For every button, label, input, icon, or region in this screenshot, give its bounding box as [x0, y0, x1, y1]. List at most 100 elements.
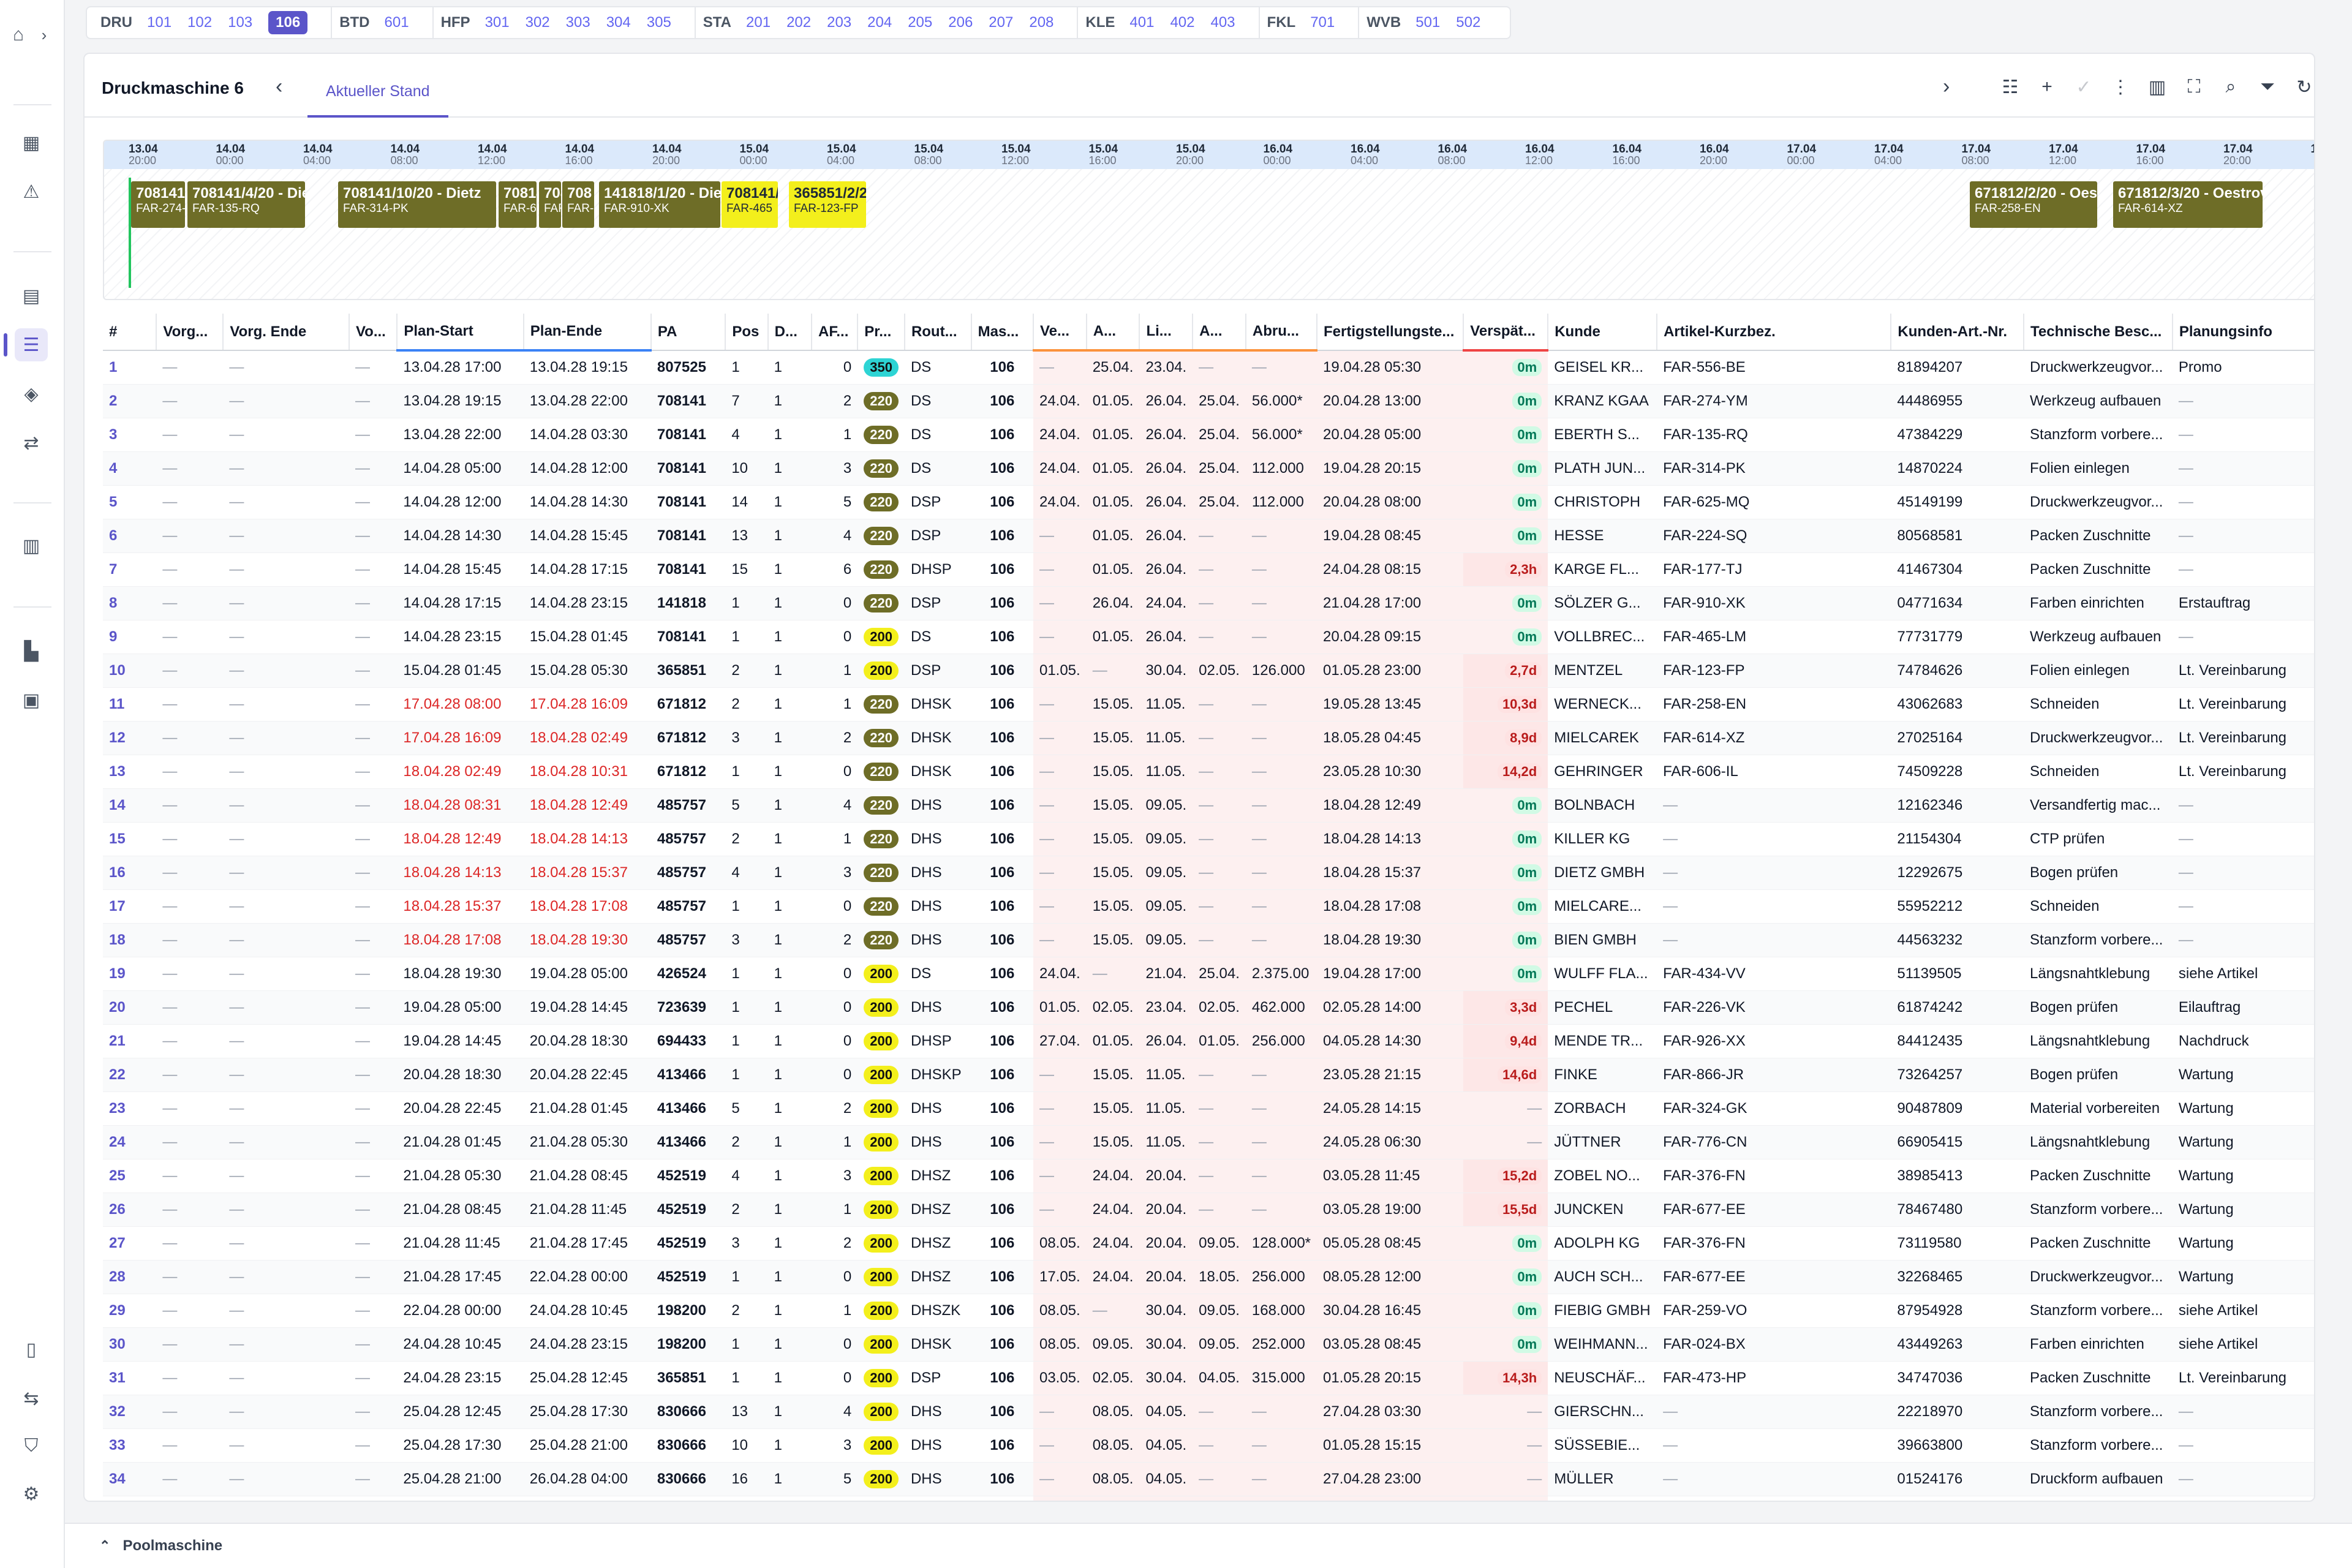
- machine-502[interactable]: 502: [1456, 14, 1480, 31]
- column-header[interactable]: Kunden-Art.-Nr.: [1891, 314, 2025, 351]
- table-row[interactable]: 8— — —14.04.28 17:15 14.04.28 23:15 141818 1 1…: [103, 586, 2314, 620]
- column-header[interactable]: Plan-Start: [397, 314, 524, 352]
- table-row[interactable]: 32— — —25.04.28 12:45 25.04.28 17:30 830666 1…: [103, 1395, 2314, 1429]
- table-row[interactable]: 4— — —14.04.28 05:00 14.04.28 12:00 708141 10…: [103, 451, 2314, 486]
- table-row[interactable]: 29— — —22.04.28 00:00 24.04.28 10:45 198200 2…: [103, 1294, 2314, 1328]
- double-check-icon[interactable]: ✓: [2068, 71, 2100, 103]
- transfer-icon[interactable]: ⇆: [15, 1382, 48, 1415]
- machine-401[interactable]: 401: [1129, 14, 1154, 31]
- column-header[interactable]: Ve...: [1033, 314, 1087, 352]
- column-header[interactable]: Plan-Ende: [523, 314, 652, 352]
- column-header[interactable]: AF...: [812, 314, 859, 351]
- column-header[interactable]: A...: [1193, 314, 1246, 352]
- columns-icon[interactable]: ▥: [2141, 71, 2173, 103]
- machine-207[interactable]: 207: [989, 14, 1013, 31]
- column-header[interactable]: A...: [1086, 314, 1140, 352]
- shield-icon[interactable]: ⛉: [15, 1430, 48, 1463]
- machine-106[interactable]: 106: [268, 11, 308, 34]
- machine-302[interactable]: 302: [526, 14, 550, 31]
- table-icon[interactable]: ☰: [4, 328, 48, 361]
- machine-304[interactable]: 304: [606, 14, 631, 31]
- chevron-right-icon[interactable]: ›: [1943, 75, 1950, 99]
- alert-icon[interactable]: ⚠: [15, 175, 48, 208]
- table-row[interactable]: 13— — —18.04.28 02:49 18.04.28 10:31 671812 1…: [103, 755, 2314, 789]
- gantt-job-bar[interactable]: 708141/4/20 - Die FAR-135-RQ: [187, 181, 305, 228]
- table-row[interactable]: 17— — —18.04.28 15:37 18.04.28 17:08 485757 1…: [103, 889, 2314, 924]
- table-row[interactable]: 26— — —21.04.28 08:45 21.04.28 11:45 452519 2…: [103, 1193, 2314, 1227]
- gear-icon[interactable]: ⚙: [15, 1477, 48, 1510]
- column-header[interactable]: Planungsinfo: [2172, 314, 2314, 351]
- table-row[interactable]: 5— — —14.04.28 12:00 14.04.28 14:30 708141 14…: [103, 485, 2314, 519]
- table-row[interactable]: 14— — —18.04.28 08:31 18.04.28 12:49 485757 5…: [103, 788, 2314, 823]
- column-header[interactable]: Artikel-Kurzbez.: [1657, 314, 1892, 351]
- machine-601[interactable]: 601: [385, 14, 409, 31]
- table-row[interactable]: 25— — —21.04.28 05:30 21.04.28 08:45 452519 4…: [103, 1159, 2314, 1193]
- machine-403[interactable]: 403: [1210, 14, 1235, 31]
- machine-204[interactable]: 204: [867, 14, 892, 31]
- filter-icon[interactable]: ⏷: [2252, 71, 2283, 103]
- table-row[interactable]: 35———26.04.28 04:0026.04.28 07:008306661…: [103, 1496, 2314, 1501]
- table-row[interactable]: 2— — —13.04.28 19:15 13.04.28 22:00 708141 7 1…: [103, 384, 2314, 418]
- chevron-left-icon[interactable]: ‹: [276, 75, 282, 99]
- machine-305[interactable]: 305: [647, 14, 671, 31]
- machine-103[interactable]: 103: [228, 14, 252, 31]
- machine-301[interactable]: 301: [485, 14, 510, 31]
- table-row[interactable]: 18— — —18.04.28 17:08 18.04.28 19:30 485757 3…: [103, 923, 2314, 957]
- column-header[interactable]: D...: [767, 314, 813, 351]
- gantt-job-bar[interactable]: 708141/FAR-465: [722, 181, 778, 228]
- gantt-job-bar[interactable]: 708 FAR-: [562, 181, 594, 228]
- column-header[interactable]: Vorg...: [156, 314, 224, 351]
- table-row[interactable]: 10— — —15.04.28 01:45 15.04.28 05:30 365851 2…: [103, 654, 2314, 688]
- table-row[interactable]: 27— — —21.04.28 11:45 21.04.28 17:45 452519 3…: [103, 1226, 2314, 1261]
- table-row[interactable]: 30— — —24.04.28 10:45 24.04.28 23:15 198200 1…: [103, 1327, 2314, 1362]
- pool-footer[interactable]: ⌃ Poolmaschine: [65, 1523, 2352, 1568]
- column-header[interactable]: Pos: [725, 314, 769, 351]
- table-row[interactable]: 12— — —17.04.28 16:09 18.04.28 02:49 671812 3…: [103, 721, 2314, 755]
- table-row[interactable]: 24— — —21.04.28 01:45 21.04.28 05:30 413466 2…: [103, 1125, 2314, 1159]
- table-row[interactable]: 28— — —21.04.28 17:45 22.04.28 00:00 452519 1…: [103, 1260, 2314, 1294]
- table-row[interactable]: 7— — —14.04.28 15:45 14.04.28 17:15 708141 15…: [103, 552, 2314, 587]
- home-icon[interactable]: ⌂: [6, 18, 31, 51]
- table-row[interactable]: 6— — —14.04.28 14:30 14.04.28 15:45 708141 13…: [103, 519, 2314, 553]
- column-header[interactable]: Vo...: [349, 314, 398, 351]
- table-row[interactable]: 34— — —25.04.28 21:00 26.04.28 04:00 830666 1…: [103, 1462, 2314, 1496]
- column-header[interactable]: Vorg. Ende: [223, 314, 350, 351]
- machine-202[interactable]: 202: [786, 14, 811, 31]
- table-row[interactable]: 1— — —13.04.28 17:00 13.04.28 19:15 807525 1 1…: [103, 350, 2314, 385]
- gantt-job-bar[interactable]: 708FAR: [539, 181, 561, 228]
- gantt-job-bar[interactable]: 141818/1/20 - DietzFAR-910-XK: [599, 181, 720, 228]
- machine-201[interactable]: 201: [746, 14, 771, 31]
- column-header[interactable]: Li...: [1139, 314, 1194, 352]
- search-icon[interactable]: ⌕: [2215, 71, 2247, 103]
- chevron-right-icon[interactable]: ›: [32, 18, 56, 51]
- refresh-icon[interactable]: ↻: [2288, 71, 2314, 103]
- machine-303[interactable]: 303: [566, 14, 590, 31]
- table-row[interactable]: 33— — —25.04.28 17:30 25.04.28 21:00 830666 1…: [103, 1428, 2314, 1463]
- table-row[interactable]: 31— — —24.04.28 23:15 25.04.28 12:45 365851 1…: [103, 1361, 2314, 1395]
- book-icon[interactable]: ▯: [15, 1333, 48, 1366]
- chevron-up-icon[interactable]: ⌃: [99, 1538, 110, 1554]
- table-row[interactable]: 20— — —19.04.28 05:00 19.04.28 14:45 723639 1…: [103, 990, 2314, 1025]
- table-row[interactable]: 3— — —13.04.28 22:00 14.04.28 03:30 708141 4 1…: [103, 418, 2314, 452]
- machine-501[interactable]: 501: [1415, 14, 1440, 31]
- column-header[interactable]: Technische Besc...: [2024, 314, 2173, 351]
- routing-icon[interactable]: ⇄: [15, 426, 48, 459]
- table-row[interactable]: 9— — —14.04.28 23:15 15.04.28 01:45 708141 1 1…: [103, 620, 2314, 654]
- drag-handle-icon[interactable]: ⋮: [2105, 71, 2136, 103]
- chart-icon[interactable]: ▥: [15, 529, 48, 562]
- table-row[interactable]: 19— — —18.04.28 19:30 19.04.28 05:00 426524 1…: [103, 957, 2314, 991]
- gantt-job-bar[interactable]: 708141/FAR-274-Y: [131, 181, 185, 228]
- gantt-job-bar[interactable]: 671812/2/20 - OestrovskyFAR-258-EN: [1970, 181, 2097, 228]
- column-header[interactable]: Pr...: [858, 314, 905, 351]
- gantt-job-bar[interactable]: 365851/2/20FAR-123-FP: [789, 181, 866, 228]
- clipboard-icon[interactable]: ▣: [15, 684, 48, 717]
- column-header[interactable]: Abru...: [1245, 314, 1318, 352]
- gantt-job-bar[interactable]: 708141/10/20 - Dietz FAR-314-PK: [338, 181, 496, 228]
- tab-aktueller-stand[interactable]: Aktueller Stand: [307, 67, 448, 118]
- machine-203[interactable]: 203: [827, 14, 851, 31]
- dashboard-icon[interactable]: ▦: [15, 126, 48, 159]
- column-header[interactable]: Fertigstellungste...: [1317, 314, 1464, 351]
- machine-208[interactable]: 208: [1029, 14, 1054, 31]
- gantt-job-bar[interactable]: 671812/3/20 - OestrovskyFAR-614-XZ: [2113, 181, 2263, 228]
- calendar-icon[interactable]: ▤: [15, 279, 48, 312]
